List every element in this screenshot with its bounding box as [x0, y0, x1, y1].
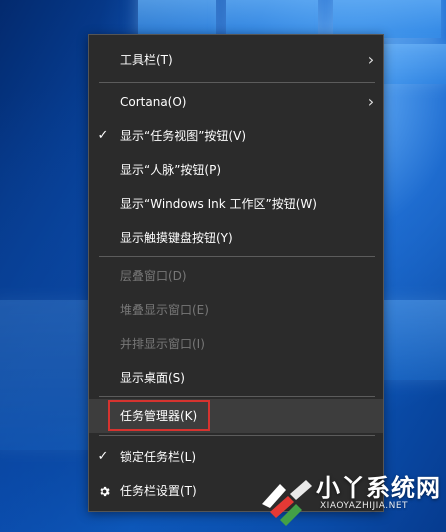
- window-pane-light: [333, 0, 441, 38]
- menu-item-show-people-button[interactable]: 显示“人脉”按钮(P): [89, 153, 383, 187]
- chevron-right-icon: ›: [367, 92, 375, 111]
- menu-item-label: Cortana(O): [120, 95, 187, 109]
- menu-item-cortana[interactable]: Cortana(O) ›: [89, 85, 383, 119]
- menu-item-show-task-view-button[interactable]: ✓ 显示“任务视图”按钮(V): [89, 119, 383, 153]
- checkmark-icon: ✓: [97, 128, 109, 143]
- menu-item-label: 锁定任务栏(L): [120, 450, 197, 464]
- menu-separator: [99, 256, 375, 257]
- menu-separator: [99, 396, 375, 397]
- menu-item-label: 任务栏设置(T): [120, 484, 197, 498]
- menu-item-label: 显示“任务视图”按钮(V): [120, 129, 247, 143]
- window-pane-light: [380, 300, 446, 380]
- gear-icon: [97, 474, 111, 508]
- watermark-brand: 小丫系统网: [316, 474, 441, 502]
- chevron-right-icon: ›: [367, 50, 375, 69]
- watermark-logo-icon: [262, 480, 312, 526]
- checkmark-icon: ✓: [97, 449, 109, 464]
- menu-separator: [99, 82, 375, 83]
- menu-item-show-windows-side-by-side: 并排显示窗口(I): [89, 327, 383, 361]
- menu-item-label: 显示桌面(S): [120, 371, 185, 385]
- menu-item-label: 工具栏(T): [120, 53, 173, 67]
- menu-item-show-desktop[interactable]: 显示桌面(S): [89, 361, 383, 395]
- menu-item-cascade-windows: 层叠窗口(D): [89, 259, 383, 293]
- watermark-site: XIAOYAZHIJIA.NET: [320, 501, 409, 511]
- site-watermark: 小丫系统网 XIAOYAZHIJIA.NET: [256, 462, 444, 532]
- menu-item-label: 层叠窗口(D): [120, 269, 187, 283]
- menu-item-label: 堆叠显示窗口(E): [120, 303, 209, 317]
- menu-item-show-touch-keyboard-button[interactable]: 显示触摸键盘按钮(Y): [89, 221, 383, 255]
- menu-item-label: 显示触摸键盘按钮(Y): [120, 231, 233, 245]
- menu-separator: [99, 435, 375, 436]
- menu-item-task-manager[interactable]: 任务管理器(K): [89, 399, 383, 433]
- menu-item-label: 并排显示窗口(I): [120, 337, 205, 351]
- window-pane-light: [0, 300, 88, 450]
- menu-item-toolbars[interactable]: 工具栏(T) ›: [89, 43, 383, 77]
- menu-item-label: 显示“人脉”按钮(P): [120, 163, 222, 177]
- window-pane-light: [138, 0, 216, 38]
- menu-item-show-windows-stacked: 堆叠显示窗口(E): [89, 293, 383, 327]
- window-pane-light: [226, 0, 318, 38]
- menu-item-label: 显示“Windows Ink 工作区”按钮(W): [120, 197, 317, 211]
- taskbar-context-menu: 工具栏(T) › Cortana(O) › ✓ 显示“任务视图”按钮(V) 显示…: [88, 34, 384, 512]
- menu-item-label: 任务管理器(K): [120, 409, 198, 423]
- menu-item-show-windows-ink-button[interactable]: 显示“Windows Ink 工作区”按钮(W): [89, 187, 383, 221]
- window-pane-light: [380, 44, 446, 84]
